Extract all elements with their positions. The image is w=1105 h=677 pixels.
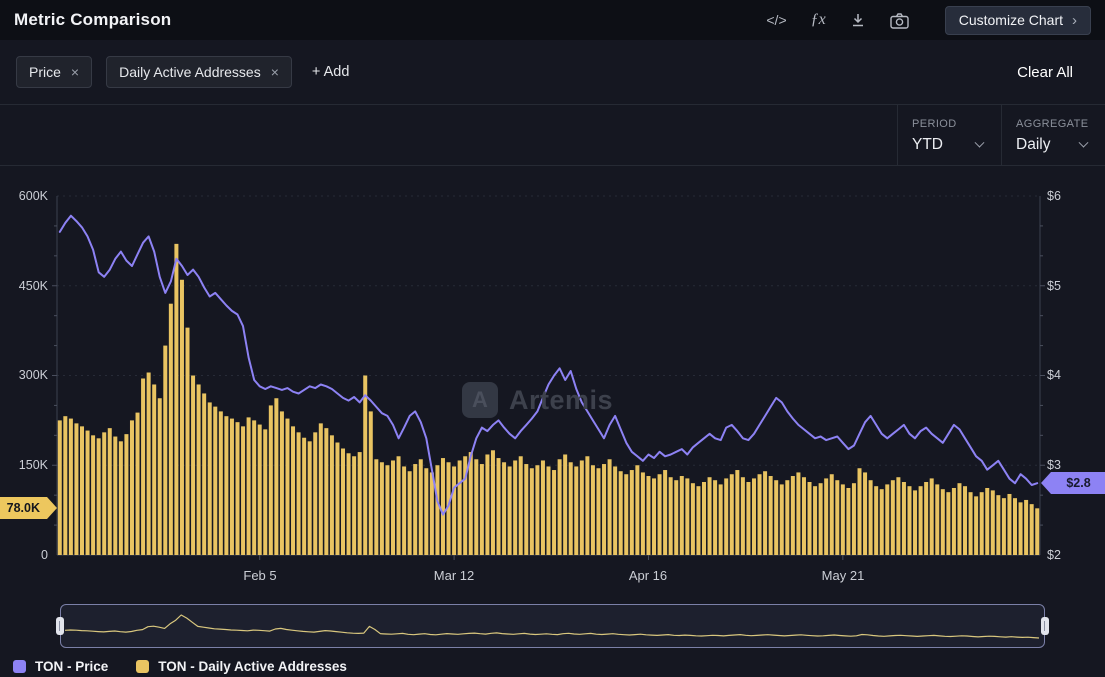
download-icon[interactable] <box>850 12 866 28</box>
top-bar-actions: </> ƒx Customize Chart › <box>766 6 1091 35</box>
aggregate-dropdown[interactable]: AGGREGATE Daily <box>1001 105 1105 165</box>
y-right-tick: $2 <box>1047 547 1061 563</box>
metric-chip-daily-active-addresses[interactable]: Daily Active Addresses × <box>106 56 292 88</box>
left-axis-current-value-marker: 78.0K <box>0 497 57 519</box>
customize-chart-label: Customize Chart <box>959 12 1063 28</box>
y-left-tick: 450K <box>2 278 48 294</box>
navigator-left-handle[interactable] <box>56 617 64 635</box>
top-bar: Metric Comparison </> ƒx Customize Chart… <box>0 0 1105 40</box>
price-swatch-icon <box>13 660 26 673</box>
chart-plot-area[interactable]: 600K 450K 300K 150K 0 $6 $5 $4 $3 $2 Feb… <box>0 166 1105 598</box>
y-left-tick: 600K <box>2 188 48 204</box>
price-current-value: $2.8 <box>1051 472 1105 494</box>
navigator-right-handle[interactable] <box>1041 617 1049 635</box>
close-icon[interactable]: × <box>271 64 279 80</box>
arrow-left-icon <box>1041 472 1051 494</box>
chart-controls-row: PERIOD YTD AGGREGATE Daily <box>0 104 1105 166</box>
legend-label: TON - Price <box>35 659 108 674</box>
legend-item-daily-active-addresses[interactable]: TON - Daily Active Addresses <box>136 659 347 674</box>
combo-chart-canvas[interactable] <box>0 166 1105 598</box>
period-label: PERIOD <box>912 118 983 130</box>
y-right-tick: $5 <box>1047 278 1061 294</box>
legend-item-price[interactable]: TON - Price <box>13 659 108 674</box>
arrow-right-icon <box>47 497 57 519</box>
y-left-tick: 150K <box>2 457 48 473</box>
x-tick: Apr 16 <box>629 568 667 583</box>
y-right-tick: $3 <box>1047 457 1061 473</box>
y-right-tick: $4 <box>1047 367 1061 383</box>
add-metric-button[interactable]: + Add <box>312 64 350 80</box>
chart-legend: TON - Price TON - Daily Active Addresses <box>13 659 347 674</box>
chevron-right-icon: › <box>1072 12 1077 29</box>
camera-screenshot-icon[interactable] <box>890 12 909 29</box>
customize-chart-button[interactable]: Customize Chart › <box>945 6 1091 35</box>
close-icon[interactable]: × <box>71 64 79 80</box>
x-tick: Mar 12 <box>434 568 474 583</box>
legend-label: TON - Daily Active Addresses <box>158 659 347 674</box>
x-tick: Feb 5 <box>243 568 276 583</box>
embed-code-icon[interactable]: </> <box>766 13 786 27</box>
metric-chips-row: Price × Daily Active Addresses × + Add C… <box>0 40 1105 104</box>
clear-all-button[interactable]: Clear All <box>1017 64 1073 81</box>
right-axis-current-value-marker: $2.8 <box>1041 472 1105 494</box>
y-right-tick: $6 <box>1047 188 1061 204</box>
aggregate-label: AGGREGATE <box>1016 118 1087 130</box>
chart-range-navigator[interactable] <box>60 604 1045 648</box>
chip-label: Daily Active Addresses <box>119 64 261 80</box>
y-left-tick: 300K <box>2 367 48 383</box>
y-left-tick: 0 <box>2 547 48 563</box>
addresses-current-value: 78.0K <box>0 497 47 519</box>
navigator-mini-chart <box>61 605 1043 646</box>
daily-active-addresses-swatch-icon <box>136 660 149 673</box>
aggregate-value: Daily <box>1016 136 1050 154</box>
metric-chip-price[interactable]: Price × <box>16 56 92 88</box>
chip-label: Price <box>29 64 61 80</box>
chevron-down-icon <box>1079 137 1089 147</box>
x-tick: May 21 <box>822 568 865 583</box>
chevron-down-icon <box>975 137 985 147</box>
period-value: YTD <box>912 136 943 154</box>
period-dropdown[interactable]: PERIOD YTD <box>897 105 1001 165</box>
page-title: Metric Comparison <box>14 10 171 30</box>
formula-icon[interactable]: ƒx <box>811 12 826 28</box>
